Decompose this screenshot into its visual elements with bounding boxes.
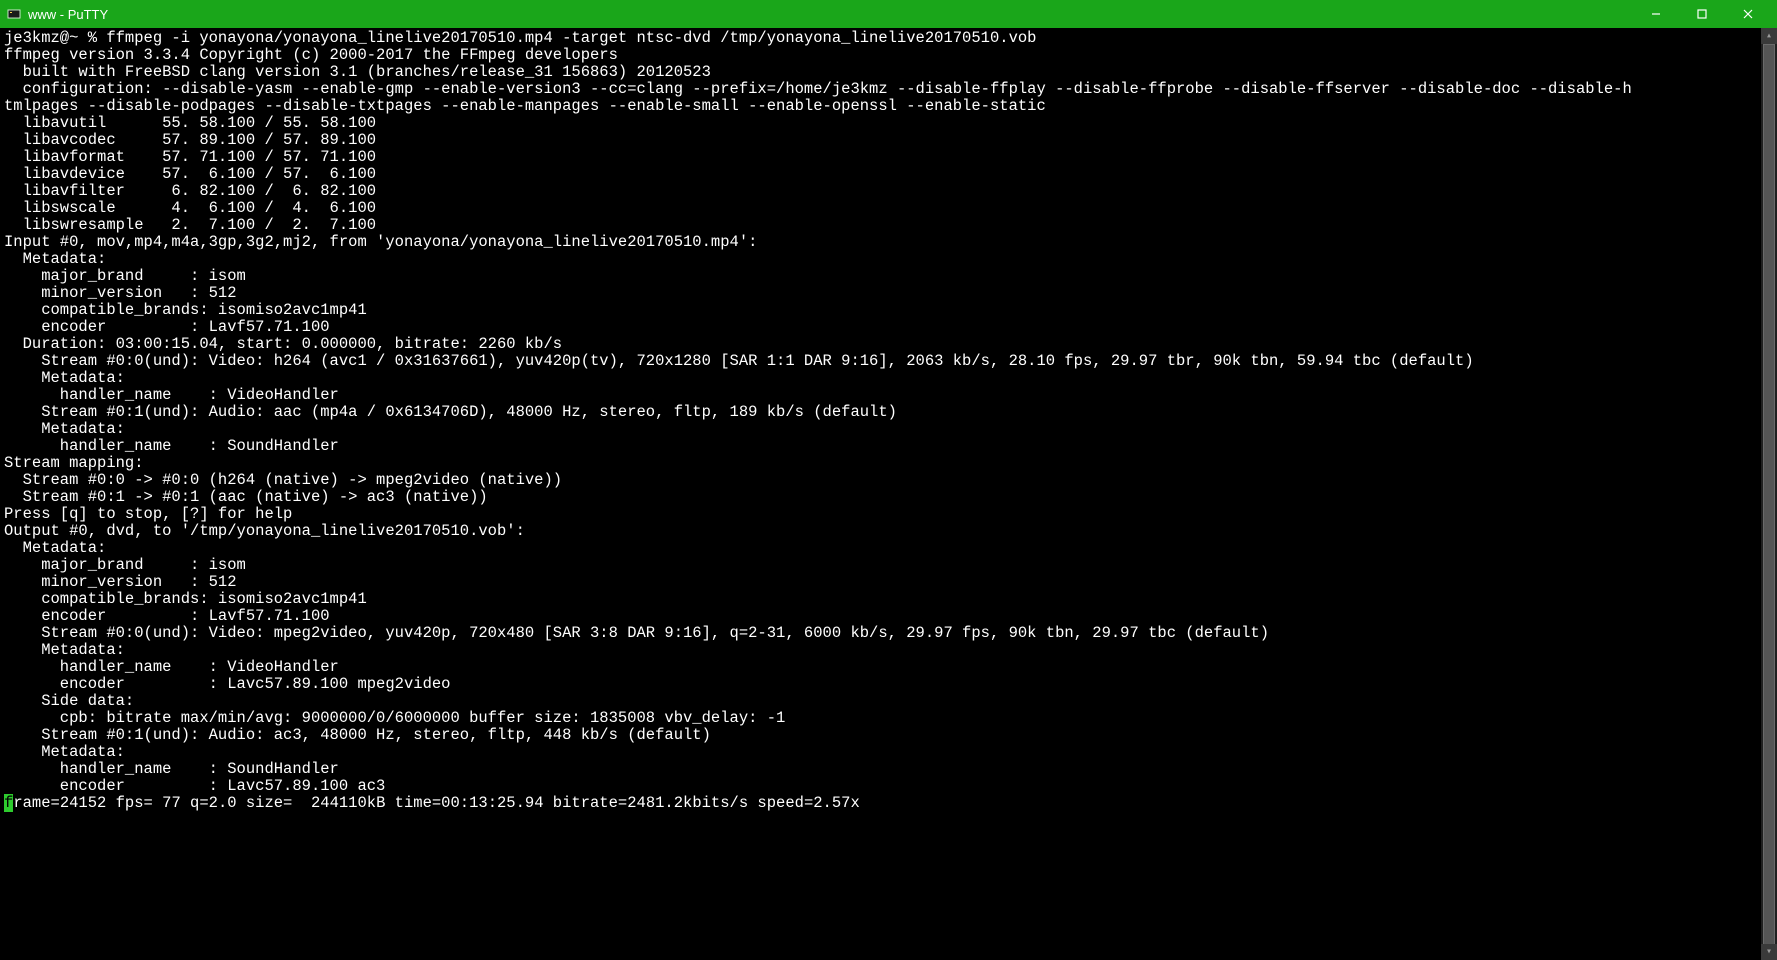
scroll-down-button[interactable]: ▾ bbox=[1761, 944, 1777, 960]
terminal-cursor: f bbox=[4, 794, 13, 812]
terminal-container: je3kmz@~ % ffmpeg -i yonayona/yonayona_l… bbox=[0, 28, 1777, 960]
scrollbar-thumb[interactable] bbox=[1763, 44, 1775, 946]
vertical-scrollbar[interactable]: ▴ ▾ bbox=[1761, 28, 1777, 960]
putty-icon bbox=[6, 6, 22, 22]
scrollbar-track[interactable] bbox=[1761, 44, 1777, 944]
terminal-output[interactable]: je3kmz@~ % ffmpeg -i yonayona/yonayona_l… bbox=[0, 28, 1761, 960]
minimize-button[interactable] bbox=[1633, 0, 1679, 28]
window-controls bbox=[1633, 0, 1771, 28]
scroll-up-button[interactable]: ▴ bbox=[1761, 28, 1777, 44]
window-title: www - PuTTY bbox=[28, 7, 108, 22]
maximize-button[interactable] bbox=[1679, 0, 1725, 28]
window-titlebar[interactable]: www - PuTTY bbox=[0, 0, 1777, 28]
close-button[interactable] bbox=[1725, 0, 1771, 28]
